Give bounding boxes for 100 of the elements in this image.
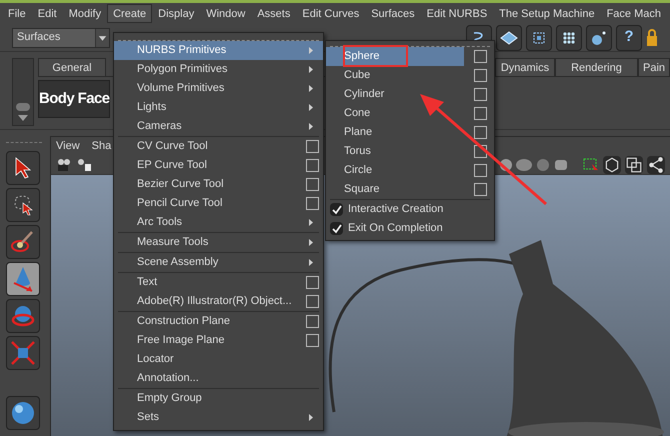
checkbox[interactable]	[330, 203, 343, 216]
menu-entry[interactable]: Free Image Plane	[114, 331, 323, 350]
option-box[interactable]	[474, 107, 487, 120]
menu-entry[interactable]: Arc Tools	[114, 213, 323, 232]
viewport-menu-item[interactable]: View	[56, 138, 80, 154]
menu-entry[interactable]: Locator	[114, 350, 323, 369]
sphere-emitter-icon[interactable]	[586, 24, 612, 50]
paint-brush-icon[interactable]	[6, 225, 40, 259]
sphere-rotate-icon[interactable]	[6, 299, 40, 333]
option-box[interactable]	[306, 197, 319, 210]
menu-entry[interactable]: Cylinder	[326, 85, 464, 104]
option-box[interactable]	[306, 159, 319, 172]
menu-entry[interactable]: Adobe(R) Illustrator(R) Object...	[114, 292, 323, 311]
lattice-icon[interactable]	[526, 24, 552, 50]
menu-entry-label: Locator	[137, 352, 175, 368]
menu-entry[interactable]: CV Curve Tool	[114, 137, 323, 156]
menu-entry[interactable]: Circle	[326, 161, 464, 180]
menu-entry[interactable]: NURBS Primitives	[114, 41, 323, 60]
menu-entry[interactable]: Empty Group	[114, 389, 323, 408]
menu-item[interactable]: File	[2, 4, 32, 23]
menu-entry[interactable]: Polygon Primitives	[114, 60, 323, 79]
shelf-button[interactable]: Body Face	[38, 80, 110, 118]
option-box[interactable]	[474, 69, 487, 82]
shelf-tab[interactable]: Rendering	[555, 58, 638, 76]
option-box[interactable]	[474, 50, 487, 63]
menu-entry-label: Sets	[137, 410, 160, 426]
menu-item[interactable]: Edit Curves	[296, 4, 366, 23]
camera-icon[interactable]	[56, 158, 72, 172]
menu-entry[interactable]: Construction Plane	[114, 312, 323, 331]
checkbox[interactable]	[330, 222, 343, 235]
menu-entry[interactable]: Scene Assembly	[114, 253, 323, 272]
cube-scale-icon[interactable]	[6, 336, 40, 370]
layers-icon[interactable]	[625, 156, 643, 174]
cone-move-icon[interactable]	[6, 262, 40, 296]
lock-icon[interactable]	[646, 28, 658, 46]
option-box[interactable]	[474, 145, 487, 158]
caret-down-icon	[95, 28, 109, 46]
menu-entry[interactable]: Annotation...	[114, 369, 323, 388]
menu-item[interactable]: Modify	[62, 4, 108, 23]
toggle-entry[interactable]: Interactive Creation	[326, 200, 494, 219]
particles-icon[interactable]	[556, 24, 582, 50]
cube-icon[interactable]	[603, 156, 621, 174]
menu-entry[interactable]: Lights	[114, 98, 323, 117]
menu-entry-label: Cameras	[137, 119, 183, 134]
menu-entry-label: Free Image Plane	[137, 333, 226, 348]
menu-entry[interactable]: Torus	[326, 142, 464, 161]
menu-entry[interactable]: Cameras	[114, 117, 323, 136]
caret-icon	[309, 123, 313, 130]
menu-entry-label: Construction Plane	[137, 314, 231, 330]
option-box[interactable]	[474, 164, 487, 177]
menu-item[interactable]: Edit NURBS	[420, 4, 494, 23]
option-box[interactable]	[306, 178, 319, 191]
plane-icon[interactable]	[496, 24, 522, 50]
camera-list-icon[interactable]	[76, 158, 92, 172]
option-box[interactable]	[306, 140, 319, 153]
option-box[interactable]	[306, 295, 319, 308]
option-box[interactable]	[474, 126, 487, 139]
menu-item[interactable]: Surfaces	[365, 4, 421, 23]
menu-entry[interactable]: Sets	[114, 408, 323, 427]
share-icon[interactable]	[647, 156, 665, 174]
menu-item[interactable]: The Setup Machine	[493, 4, 601, 23]
menu-entry[interactable]: Square	[326, 180, 464, 199]
menu-item[interactable]: Assets	[251, 4, 296, 23]
menu-entry[interactable]: Cone	[326, 104, 464, 123]
menu-item[interactable]: Face Mach	[600, 4, 667, 23]
menu-entry[interactable]: Text	[114, 273, 323, 292]
menu-item[interactable]: Create	[107, 4, 152, 23]
shelf-tab[interactable]: General	[38, 58, 106, 76]
option-box[interactable]	[306, 334, 319, 347]
menu-entry[interactable]: Sphere	[326, 47, 464, 66]
menu-item[interactable]: Display	[152, 4, 200, 23]
menu-entry[interactable]: Bezier Curve Tool	[114, 175, 323, 194]
menu-entry-label: NURBS Primitives	[137, 43, 228, 58]
viewport-menu-item[interactable]: Sha	[92, 138, 112, 154]
option-box[interactable]	[306, 276, 319, 289]
caret-icon	[309, 219, 313, 226]
menu-entry[interactable]: Measure Tools	[114, 233, 323, 252]
lasso-icon[interactable]	[6, 188, 40, 222]
option-box[interactable]	[474, 183, 487, 196]
shelf-handle[interactable]	[12, 58, 34, 126]
select-region-icon[interactable]	[583, 158, 599, 172]
mode-dropdown[interactable]: Surfaces	[12, 28, 110, 48]
menu-entry[interactable]: Plane	[326, 123, 464, 142]
caret-icon	[309, 66, 313, 73]
help-button[interactable]: ?	[616, 24, 642, 50]
menu-entry[interactable]: Cube	[326, 66, 464, 85]
menu-entry[interactable]: Volume Primitives	[114, 79, 323, 98]
option-box[interactable]	[474, 88, 487, 101]
menu-entry-label: Lights	[137, 100, 168, 116]
menu-entry-label: Pencil Curve Tool	[137, 196, 224, 212]
shelf-tab[interactable]: Pain	[638, 58, 670, 76]
shelf-tab[interactable]: Dynamics	[495, 58, 555, 76]
menu-entry[interactable]: EP Curve Tool	[114, 156, 323, 175]
toggle-entry[interactable]: Exit On Completion	[326, 219, 494, 238]
menu-entry[interactable]: Pencil Curve Tool	[114, 194, 323, 213]
menu-item[interactable]: Window	[200, 4, 252, 23]
menu-entry-label: Polygon Primitives	[137, 62, 228, 78]
menu-item[interactable]: Edit	[32, 4, 63, 23]
option-box[interactable]	[306, 315, 319, 328]
menu-entry-label: Empty Group	[137, 391, 203, 406]
